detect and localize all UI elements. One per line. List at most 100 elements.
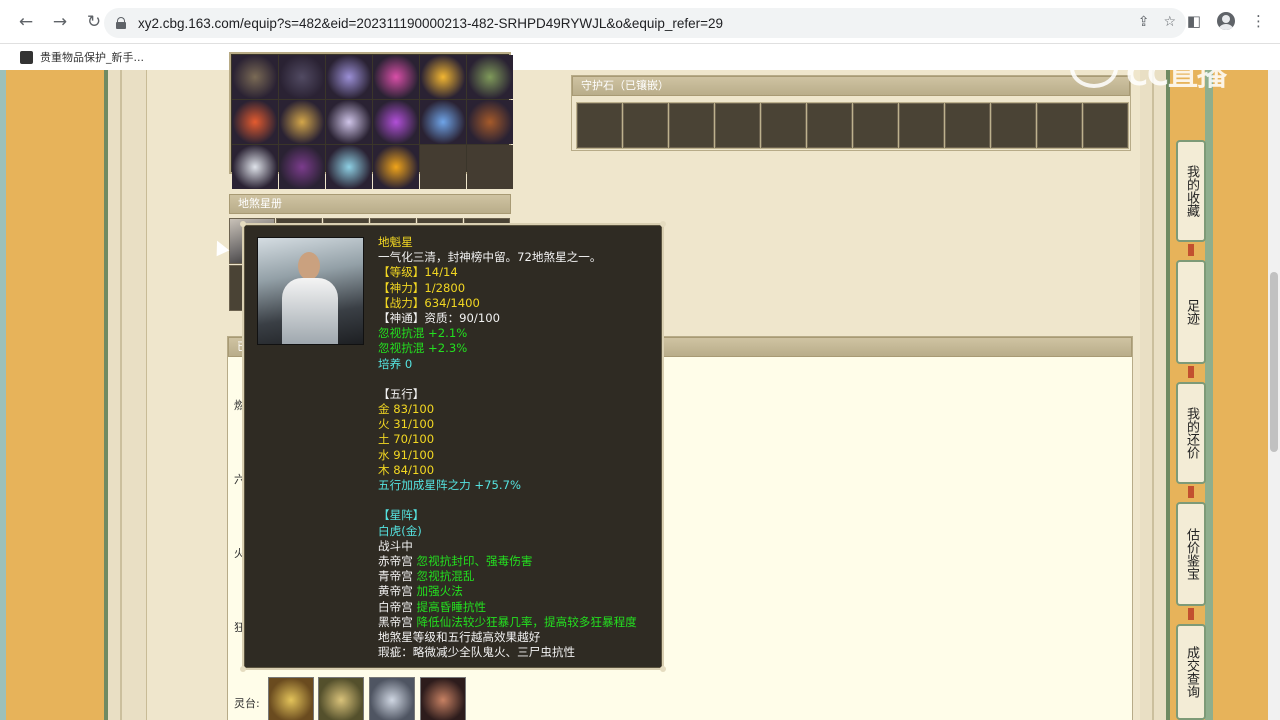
palace-effect: 忽视抗封印、强毒伤害 <box>416 553 533 568</box>
star-icon[interactable]: ☆ <box>1163 14 1176 30</box>
tip-line <box>378 493 664 508</box>
scrollbar-thumb[interactable] <box>1270 272 1278 452</box>
tip-footer: 地煞星等级和五行越高效果越好 <box>378 629 541 644</box>
watermark: CC直播 <box>1126 58 1227 93</box>
tip-line: 战斗中 <box>378 538 413 553</box>
sidebar-tab-label: 估价鉴宝 <box>1184 528 1199 580</box>
sidebar-tab-appraisal[interactable]: 估价鉴宝 <box>1176 502 1206 606</box>
palace-effect: 提高昏睡抗性 <box>416 599 487 614</box>
tip-line: 火 31/100 <box>378 417 435 432</box>
row-item[interactable] <box>318 677 364 720</box>
slot[interactable] <box>623 103 668 148</box>
forward-arrow-icon[interactable]: → <box>46 8 74 36</box>
grid-item[interactable] <box>467 145 513 189</box>
grid-item[interactable] <box>467 100 513 144</box>
sidebar-tab-label: 我的收藏 <box>1184 165 1199 217</box>
bookmark-item[interactable]: 贵重物品保护_新手... <box>40 49 144 65</box>
sidebar-tab-counteroffer[interactable]: 我的还价 <box>1176 382 1206 484</box>
equipment-grid <box>229 52 513 189</box>
left-stripe <box>0 70 6 720</box>
slot[interactable] <box>1037 103 1082 148</box>
sidepanel-icon[interactable]: ◧ <box>1187 12 1201 30</box>
slot[interactable] <box>945 103 990 148</box>
slot[interactable] <box>899 103 944 148</box>
slot[interactable] <box>669 103 714 148</box>
profile-icon[interactable] <box>1217 12 1235 30</box>
grid-item[interactable] <box>373 145 419 189</box>
bookmark-icon <box>20 50 33 64</box>
star-tooltip: 地魁星 一气化三清，封神榜中留。72地煞星之一。 【等级】14/14 【神力】1… <box>240 221 666 672</box>
grid-item[interactable] <box>420 145 466 189</box>
tip-line: 水 91/100 <box>378 447 435 462</box>
tip-line: 【神力】1/2800 <box>378 280 466 295</box>
tip-line <box>378 372 664 387</box>
row-item[interactable] <box>268 677 314 720</box>
back-arrow-icon[interactable]: ← <box>12 8 40 36</box>
tip-line: 忽视抗混 +2.1% <box>378 326 468 341</box>
menu-icon[interactable]: ⋮ <box>1251 12 1266 30</box>
grid-item[interactable] <box>326 100 372 144</box>
tip-line: 【战力】634/1400 <box>378 295 480 310</box>
sidebar-rail <box>1205 70 1213 720</box>
guard-stone-slots <box>576 102 1129 149</box>
sidebar-tab-favorites[interactable]: 我的收藏 <box>1176 140 1206 242</box>
tip-line: 五行加成星阵之力 +75.7% <box>378 478 521 492</box>
browser-toolbar: ← → ↻ xy2.cbg.163.com/equip?s=482&eid=20… <box>0 0 1280 44</box>
grid-item[interactable] <box>373 55 419 99</box>
palace-line: 白帝宫 提高昏睡抗性 <box>378 600 664 615</box>
tip-line: 忽视抗混 +2.3% <box>378 341 468 356</box>
palace-name: 黄帝宫 <box>378 584 413 599</box>
sidebar-tab-label: 足迹 <box>1184 299 1199 325</box>
palace-effect: 加强火法 <box>416 584 463 599</box>
sidebar-tab-label: 成交查询 <box>1184 646 1199 698</box>
sidebar-connector <box>1188 486 1194 498</box>
palace-name: 白帝宫 <box>378 599 413 614</box>
grid-item[interactable] <box>279 100 325 144</box>
grid-item[interactable] <box>232 100 278 144</box>
palace-line: 黑帝宫 降低仙法较少狂暴几率，提高较多狂暴程度 <box>378 615 664 630</box>
tooltip-text: 地魁星 一气化三清，封神榜中留。72地煞星之一。 【等级】14/14 【神力】1… <box>378 235 664 660</box>
share-icon[interactable]: ⇪ <box>1138 14 1150 30</box>
address-bar[interactable]: xy2.cbg.163.com/equip?s=482&eid=20231119… <box>104 8 1186 38</box>
grid-item[interactable] <box>373 100 419 144</box>
grid-item[interactable] <box>420 55 466 99</box>
grid-item[interactable] <box>326 55 372 99</box>
slot[interactable] <box>807 103 852 148</box>
sidebar-connector <box>1188 244 1194 256</box>
grid-item[interactable] <box>232 55 278 99</box>
slot[interactable] <box>1083 103 1128 148</box>
row-item[interactable] <box>369 677 415 720</box>
tip-line: 培养 0 <box>378 356 413 371</box>
sidebar-connector <box>1188 366 1194 378</box>
palace-name: 黑帝宫 <box>378 614 413 629</box>
slot[interactable] <box>761 103 806 148</box>
grid-item[interactable] <box>279 55 325 99</box>
tip-line: 【神通】资质：90/100 <box>378 310 500 325</box>
palace-effect: 降低仙法较少狂暴几率，提高较多狂暴程度 <box>416 614 637 629</box>
dishaxingce-header: 地煞星册 <box>229 194 511 214</box>
sidebar-tab-label: 我的还价 <box>1184 407 1199 459</box>
palace-effect: 忽视抗混乱 <box>416 569 475 584</box>
tip-line: 金 83/100 <box>378 402 435 417</box>
sidebar-tab-transactions[interactable]: 成交查询 <box>1176 624 1206 720</box>
row-label: 灵台: <box>234 697 260 710</box>
tooltip-corner <box>660 221 666 227</box>
slot[interactable] <box>577 103 622 148</box>
sidebar-connector <box>1188 608 1194 620</box>
grid-item[interactable] <box>420 100 466 144</box>
grid-item[interactable] <box>326 145 372 189</box>
tip-line: 土 70/100 <box>378 432 435 447</box>
slot[interactable] <box>853 103 898 148</box>
palace-name: 赤帝宫 <box>378 553 413 568</box>
palace-line: 赤帝宫 忽视抗封印、强毒伤害 <box>378 554 664 569</box>
grid-item[interactable] <box>467 55 513 99</box>
slot[interactable] <box>715 103 760 148</box>
grid-item[interactable] <box>279 145 325 189</box>
palace-line: 黄帝宫 加强火法 <box>378 584 664 599</box>
guard-stone-header: 守护石（已镶嵌） <box>572 76 1130 96</box>
tooltip-corner <box>240 221 246 227</box>
grid-item[interactable] <box>232 145 278 189</box>
sidebar-tab-footprint[interactable]: 足迹 <box>1176 260 1206 364</box>
slot[interactable] <box>991 103 1036 148</box>
row-item[interactable] <box>420 677 466 720</box>
